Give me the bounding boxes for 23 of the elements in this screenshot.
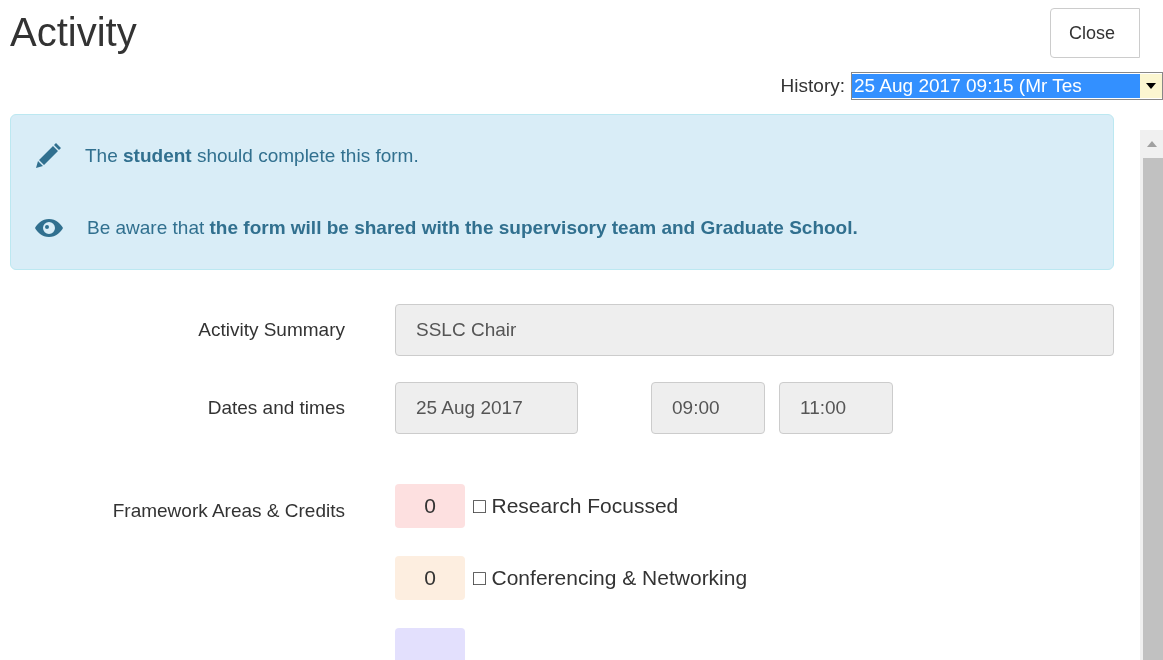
start-time-field[interactable]: 09:00 bbox=[651, 382, 765, 434]
area-label: □ Conferencing & Networking bbox=[473, 566, 748, 590]
pencil-icon bbox=[35, 143, 61, 169]
date-field[interactable]: 25 Aug 2017 bbox=[395, 382, 578, 434]
area-label: □ Research Focussed bbox=[473, 494, 679, 518]
alert-text: The student should complete this form. bbox=[85, 145, 419, 167]
eye-icon bbox=[35, 218, 63, 238]
scrollbar-thumb[interactable] bbox=[1143, 158, 1163, 660]
field-label: Activity Summary bbox=[197, 319, 345, 341]
scroll-up-icon bbox=[1146, 141, 1157, 147]
scrollbar[interactable] bbox=[1140, 130, 1163, 660]
credits-field[interactable] bbox=[395, 628, 465, 660]
field-label: Dates and times bbox=[206, 397, 345, 419]
activity-summary-field[interactable]: SSLC Chair bbox=[395, 304, 1114, 356]
field-label: Framework Areas & Credits bbox=[111, 500, 345, 522]
page-title: Activity bbox=[10, 9, 137, 56]
end-time-field[interactable]: 11:00 bbox=[779, 382, 893, 434]
credits-field[interactable]: 0 bbox=[395, 556, 465, 600]
credits-field[interactable]: 0 bbox=[395, 484, 465, 528]
alert-text: Be aware that the form will be shared with the supervisory team and Graduate School. bbox=[87, 217, 858, 239]
history-label: History: bbox=[780, 75, 845, 97]
caret-icon bbox=[1146, 83, 1156, 89]
close-button[interactable]: Close bbox=[1050, 8, 1140, 58]
